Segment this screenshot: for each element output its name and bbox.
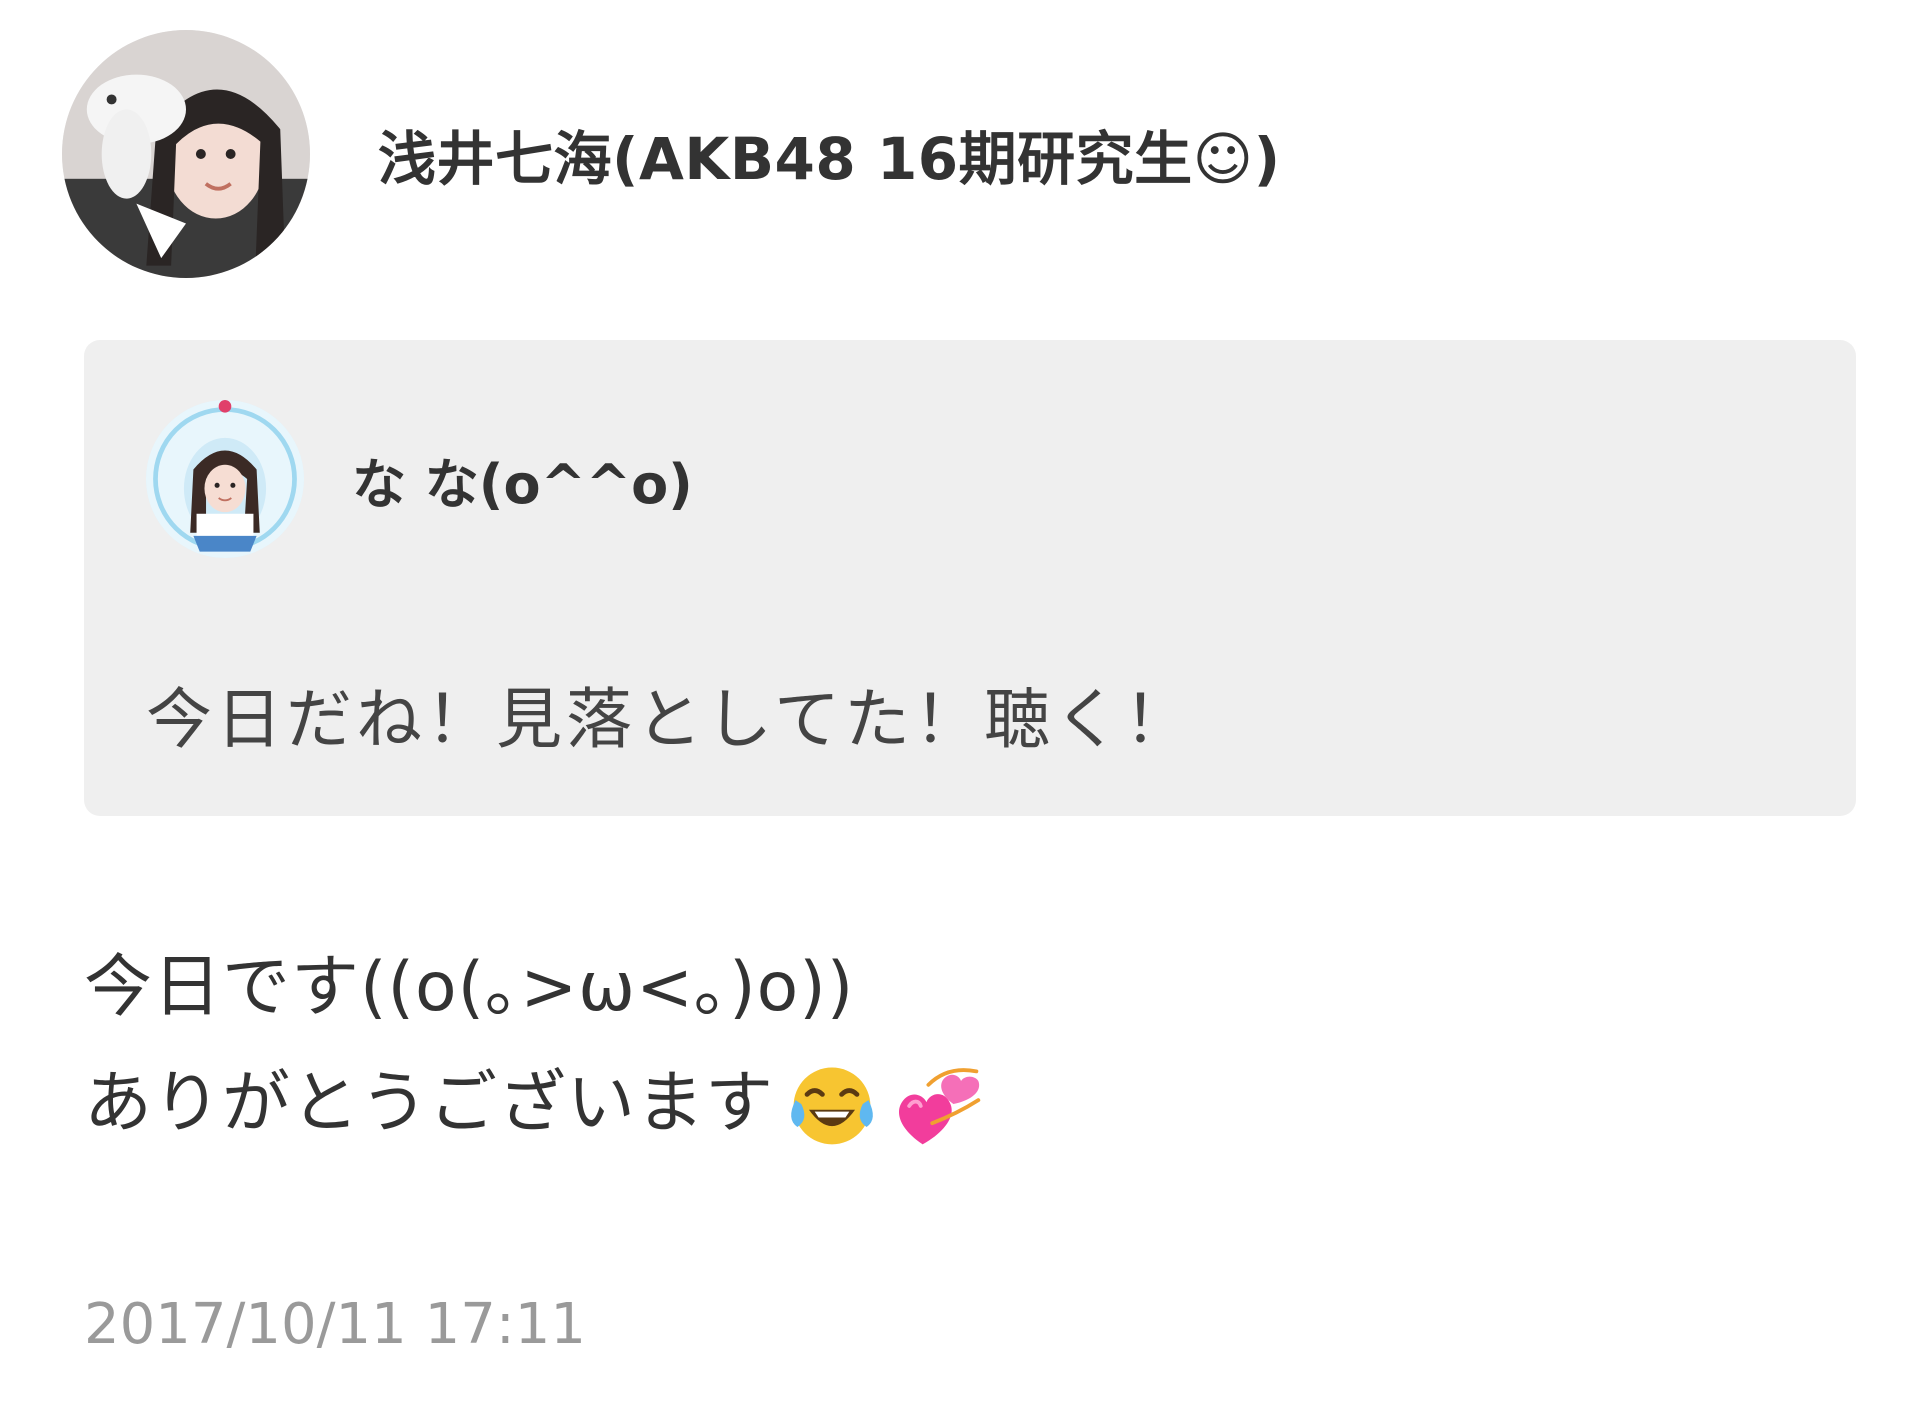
reply-body: 今日です((o(｡>ω<｡)o)) ありがとうございます xyxy=(84,930,986,1162)
quoted-post-text: 今日だね！見落としてた！聴く！ xyxy=(146,681,1195,758)
post-timestamp: 2017/10/11 17:11 xyxy=(84,1292,586,1357)
quoted-post[interactable]: な な(o^^o) 今日だね！見落としてた！聴く！ xyxy=(84,340,1856,816)
two-hearts-icon xyxy=(890,1056,986,1152)
quoted-author-avatar[interactable] xyxy=(146,400,304,558)
quoted-post-header: な な(o^^o) xyxy=(146,400,693,558)
post-header: 浅井七海(AKB48 16期研究生☺) xyxy=(62,30,1281,278)
reply-line: 今日です((o(｡>ω<｡)o)) xyxy=(84,930,986,1046)
post-card: 浅井七海(AKB48 16期研究生☺) な な(o^^o) 今日だね！見落として… xyxy=(0,0,1920,1406)
face-with-tears-of-joy-icon xyxy=(784,1056,880,1152)
reply-line: ありがとうございます xyxy=(84,1046,986,1162)
quoted-author-name[interactable]: な な(o^^o) xyxy=(352,440,693,519)
reply-line-text: 今日です((o(｡>ω<｡)o)) xyxy=(84,948,855,1027)
author-name[interactable]: 浅井七海(AKB48 16期研究生☺) xyxy=(378,112,1281,196)
author-avatar[interactable] xyxy=(62,30,310,278)
reply-line-text: ありがとうございます xyxy=(84,1064,775,1143)
profile-photo-icon xyxy=(62,30,310,278)
profile-photo-icon xyxy=(146,400,304,558)
